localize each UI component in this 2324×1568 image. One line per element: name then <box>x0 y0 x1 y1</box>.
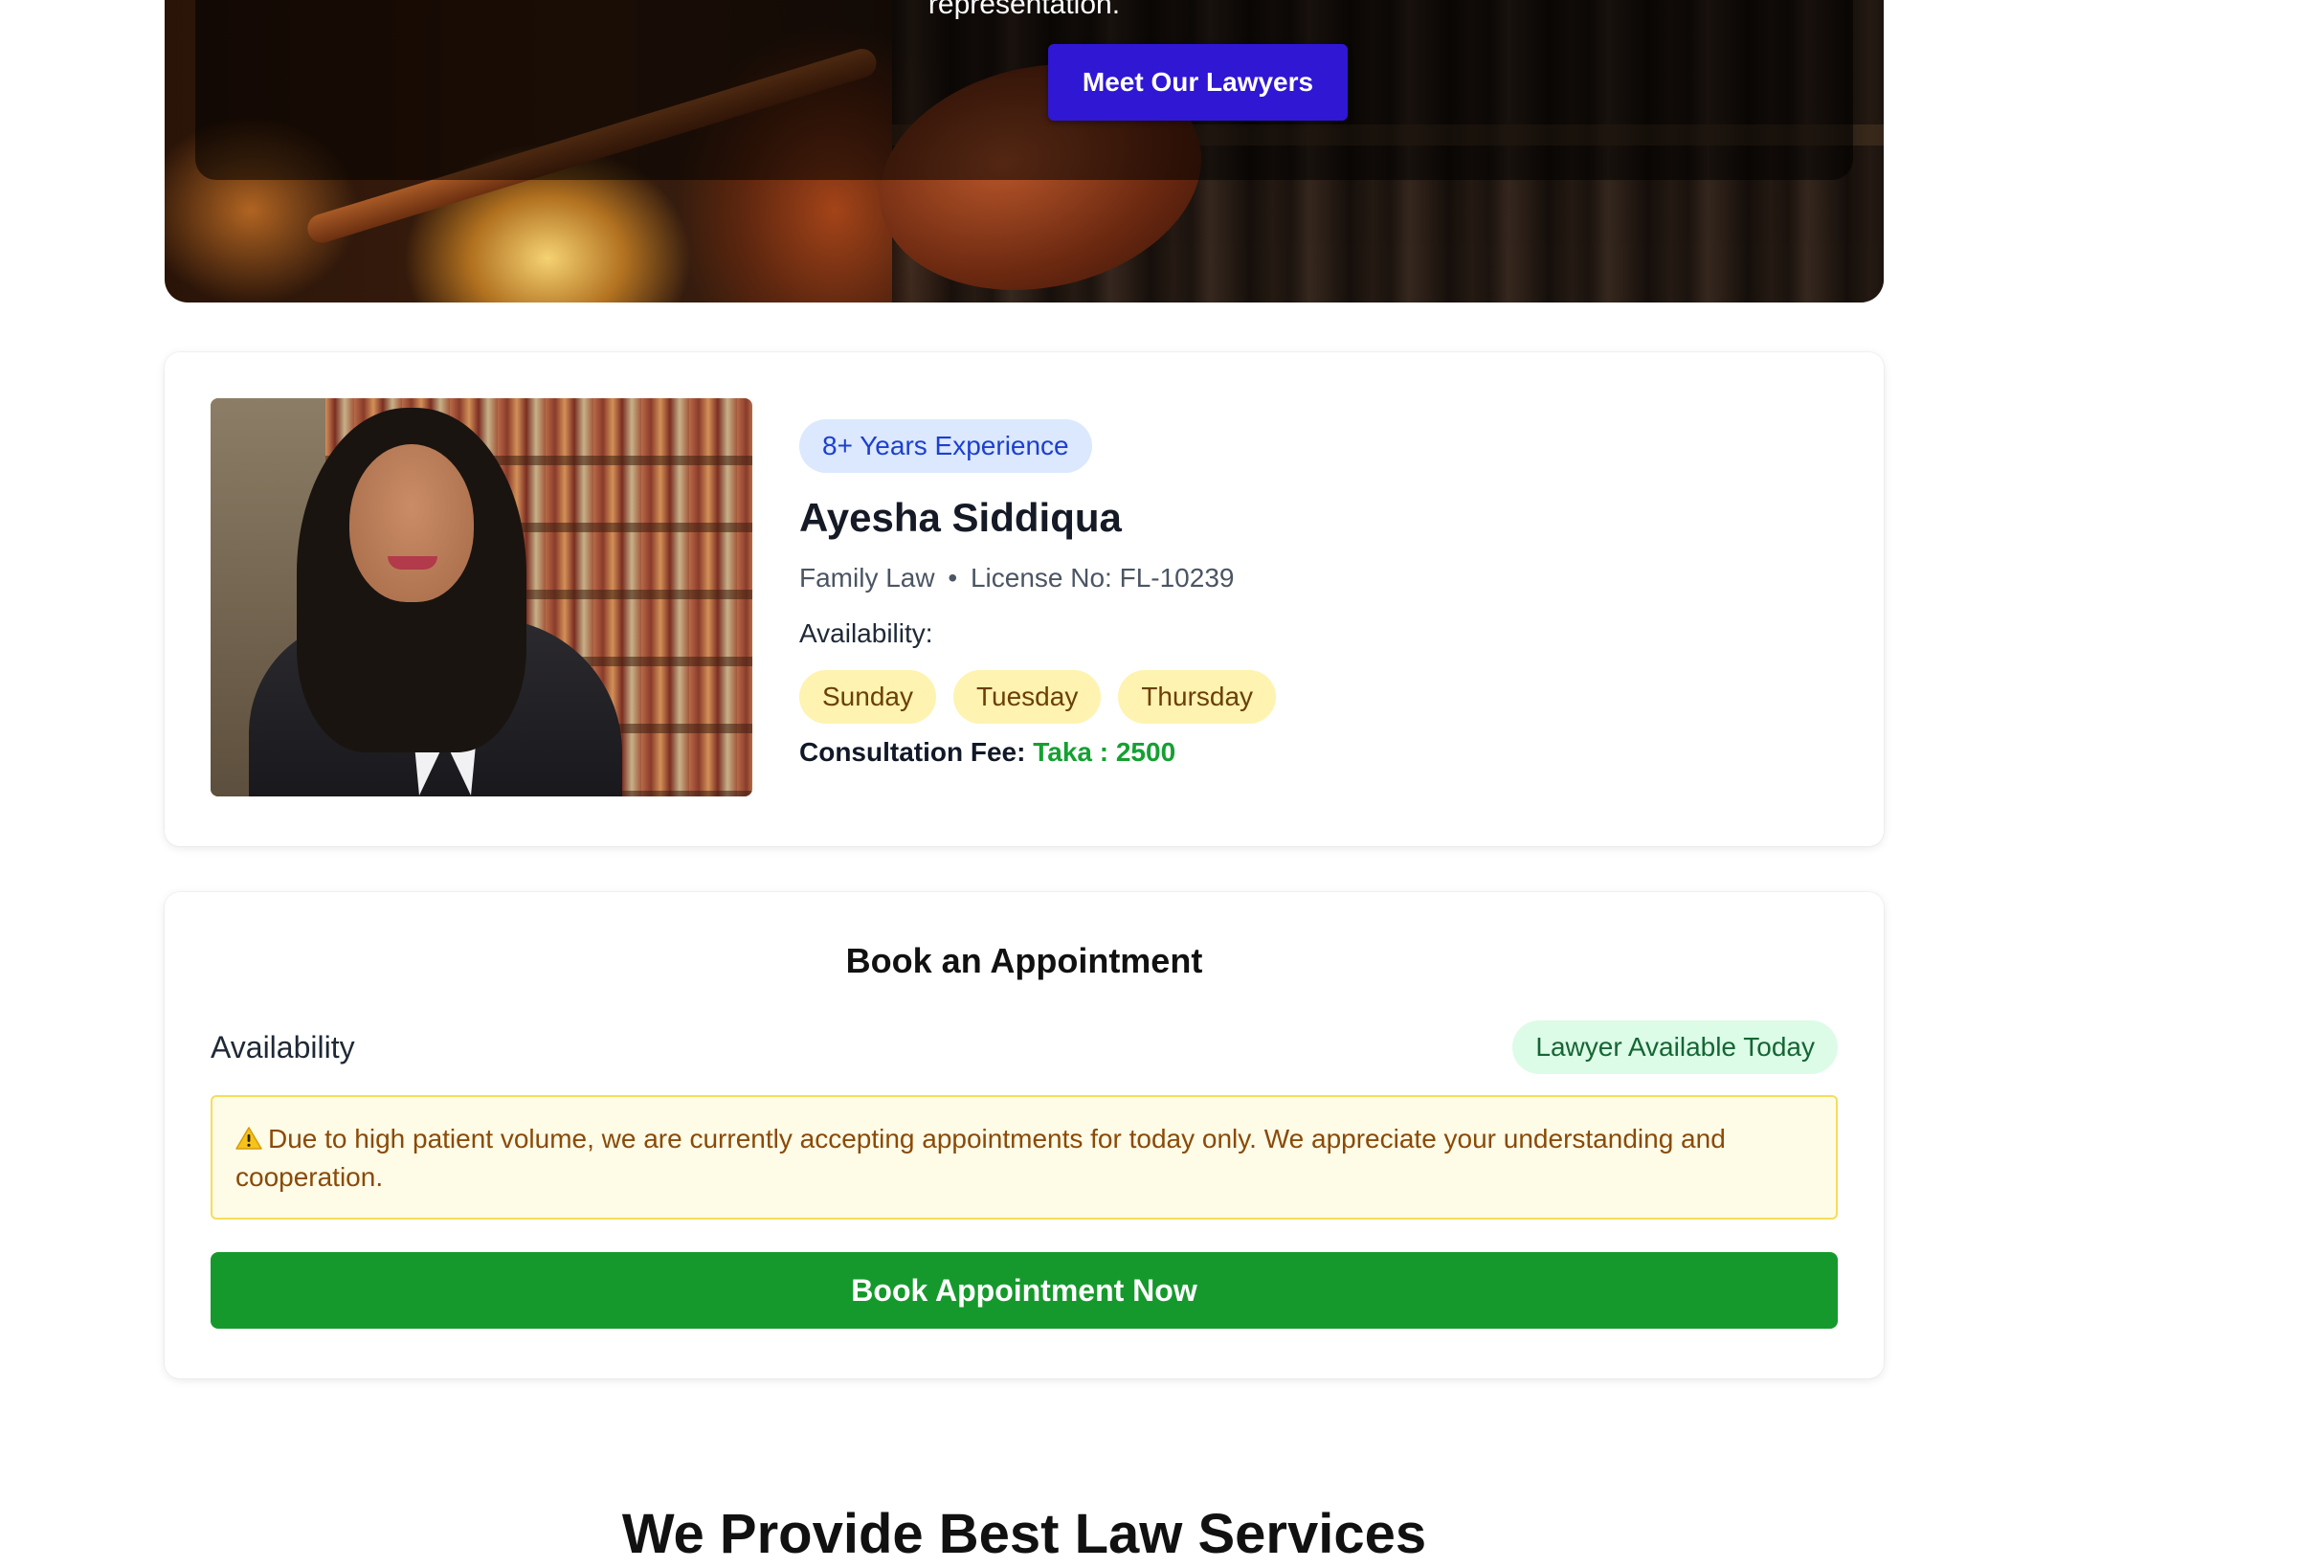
lawyer-info: 8+ Years Experience Ayesha Siddiqua Fami… <box>799 352 1838 846</box>
lawyer-name: Ayesha Siddiqua <box>799 495 1122 540</box>
appointment-card: Book an Appointment Availability Lawyer … <box>165 892 1884 1378</box>
fee-value: Taka : 2500 <box>1033 737 1176 767</box>
lawyer-meta: Family Law • License No: FL-10239 <box>799 561 1234 595</box>
day-pill-tuesday: Tuesday <box>952 670 1102 724</box>
appointment-notice: Due to high patient volume, we are curre… <box>211 1095 1838 1220</box>
day-pill-sunday: Sunday <box>799 670 936 724</box>
available-days: Sunday Tuesday Thursday <box>799 670 1277 724</box>
appointment-availability-label: Availability <box>211 1030 355 1064</box>
lawyer-profile-card: 8+ Years Experience Ayesha Siddiqua Fami… <box>165 352 1884 846</box>
services-heading: We Provide Best Law Services <box>621 1503 1427 1565</box>
book-appointment-button[interactable]: Book Appointment Now <box>211 1252 1838 1329</box>
photo-face <box>349 444 474 602</box>
lawyer-photo <box>211 398 752 796</box>
appointment-title: Book an Appointment <box>845 941 1203 980</box>
hero-banner: representation. Meet Our Lawyers <box>165 0 1884 302</box>
photo-smile <box>388 556 437 570</box>
notice-text: Due to high patient volume, we are curre… <box>235 1124 1726 1192</box>
meet-our-lawyers-button[interactable]: Meet Our Lawyers <box>1048 44 1348 121</box>
experience-badge: 8+ Years Experience <box>799 419 1092 473</box>
hero-tagline: representation. <box>927 0 1121 20</box>
consultation-fee: Consultation Fee: Taka : 2500 <box>799 735 1175 770</box>
availability-label: Availability: <box>799 618 933 648</box>
day-pill-thursday: Thursday <box>1118 670 1277 724</box>
warning-icon <box>235 1127 262 1150</box>
meta-separator: • <box>948 563 958 593</box>
license-number: License No: FL-10239 <box>970 563 1235 593</box>
hero-overlay: representation. <box>195 0 1853 180</box>
practice-area: Family Law <box>799 563 935 593</box>
fee-label: Consultation Fee: <box>799 737 1026 767</box>
lawyer-available-badge: Lawyer Available Today <box>1512 1020 1838 1074</box>
